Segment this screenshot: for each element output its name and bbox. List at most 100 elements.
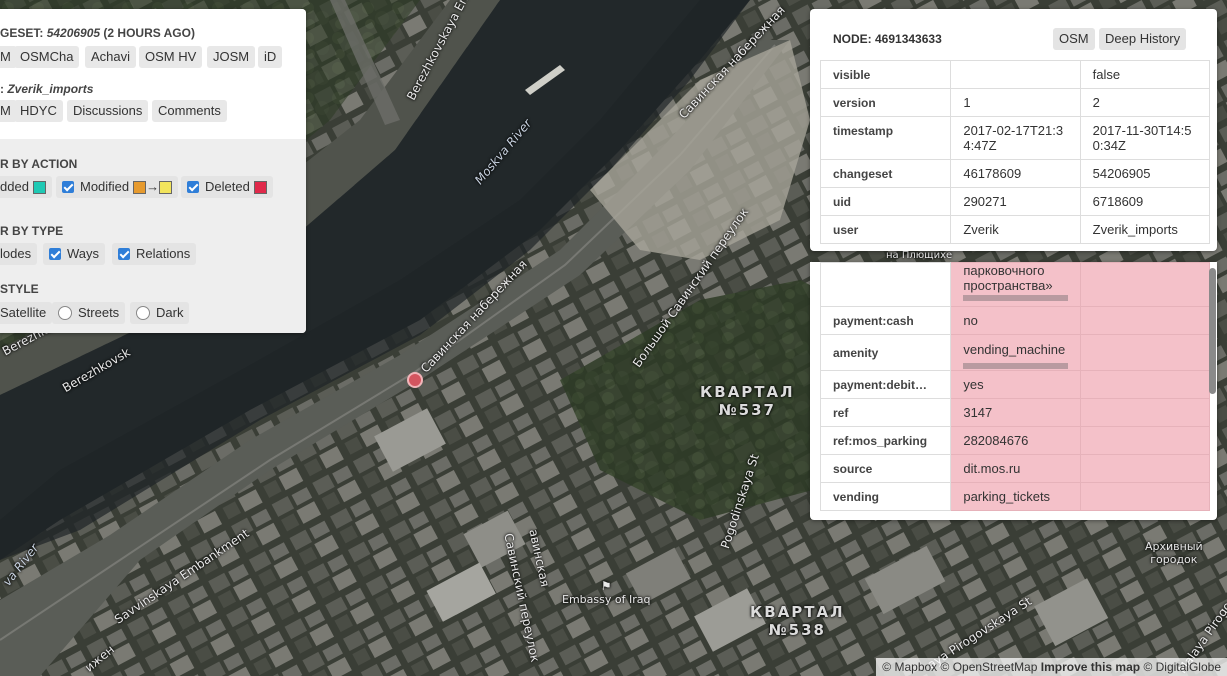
row-new: 54206905	[1079, 159, 1211, 188]
row-key: timestamp	[819, 116, 952, 160]
changeset-user-heading: : Zverik_imports	[0, 82, 94, 96]
tag-new-value	[1079, 262, 1211, 307]
tag-key: ref:mos_parking	[819, 426, 952, 455]
table-row: source dit.mos.ru	[819, 454, 1211, 483]
table-row: timestamp 2017-02-17T21:34:47Z 2017-11-3…	[819, 116, 1211, 160]
changeset-heading: GESET: 54206905 (2 HOURS AGO)	[0, 26, 195, 40]
row-key: changeset	[819, 159, 952, 188]
filter-ways[interactable]: Ways	[43, 243, 106, 265]
row-old: 290271	[950, 187, 1081, 216]
tag-new-value	[1079, 398, 1211, 427]
tag-new-value	[1079, 426, 1211, 455]
changeset-panel: GESET: 54206905 (2 HOURS AGO) M OSMCha A…	[0, 9, 306, 333]
filter-deleted[interactable]: Deleted	[181, 176, 273, 198]
tag-old-value: parking_tickets	[950, 482, 1081, 511]
filter-nodes[interactable]: lodes	[0, 243, 38, 265]
table-row: vending parking_tickets	[819, 482, 1211, 511]
link-osm-hv[interactable]: OSM HV	[139, 46, 203, 68]
modified-swatch-new	[159, 180, 173, 194]
filter-modified[interactable]: Modified →	[56, 176, 179, 198]
row-old: 1	[950, 88, 1081, 117]
dark-radio[interactable]	[136, 306, 150, 320]
tag-key: payment:debit…	[819, 370, 952, 399]
tag-old-value: no	[950, 306, 1081, 335]
tag-new-value	[1079, 454, 1211, 483]
filter-relations[interactable]: Relations	[112, 243, 197, 265]
row-old: 46178609	[950, 159, 1081, 188]
modified-checkbox[interactable]	[62, 181, 74, 193]
tags-panel[interactable]: парковочного пространства» payment:cash …	[810, 262, 1217, 520]
deleted-checkbox[interactable]	[187, 181, 199, 193]
table-row: uid 290271 6718609	[819, 187, 1211, 216]
tag-new-value	[1079, 334, 1211, 371]
link-osmcha[interactable]: OSMCha	[14, 46, 80, 68]
link-josm[interactable]: JOSM	[207, 46, 256, 68]
table-row: visible false	[819, 60, 1211, 89]
row-old: 2017-02-17T21:34:47Z	[950, 116, 1081, 160]
tag-old-value: 282084676	[950, 426, 1081, 455]
tag-key: vending	[819, 482, 952, 511]
style-streets[interactable]: Streets	[52, 302, 126, 324]
row-key: uid	[819, 187, 952, 216]
row-old: Zverik	[950, 215, 1081, 244]
row-new: false	[1079, 60, 1211, 89]
node-panel: NODE: 4691343633 OSM Deep History visibl…	[810, 9, 1217, 251]
table-row: changeset 46178609 54206905	[819, 159, 1211, 188]
table-row: version 1 2	[819, 88, 1211, 117]
mapbox-link[interactable]: © Mapbox	[882, 660, 937, 674]
filters-section: R BY ACTION dded Modified → Deleted R BY …	[0, 139, 306, 333]
table-row: ref 3147	[819, 398, 1211, 427]
row-old	[950, 60, 1081, 89]
tag-new-value	[1079, 370, 1211, 399]
row-new: Zverik_imports	[1079, 215, 1211, 244]
row-new: 2017-11-30T14:50:34Z	[1079, 116, 1211, 160]
digitalglobe-link[interactable]: © DigitalGlobe	[1143, 660, 1221, 674]
tag-key: source	[819, 454, 952, 483]
style-dark[interactable]: Dark	[130, 302, 190, 324]
table-row: amenity vending_machine	[819, 334, 1211, 371]
link-id[interactable]: iD	[258, 46, 283, 68]
table-row: ref:mos_parking 282084676	[819, 426, 1211, 455]
tag-old-value: yes	[950, 370, 1081, 399]
osm-button[interactable]: OSM	[1053, 28, 1095, 50]
tag-key: ref	[819, 398, 952, 427]
tag-old-value: dit.mos.ru	[950, 454, 1081, 483]
tag-old-value: 3147	[950, 398, 1081, 427]
row-new: 6718609	[1079, 187, 1211, 216]
filter-by-type-title: R BY TYPE	[0, 224, 64, 238]
tag-key	[819, 262, 952, 307]
tag-old-value: vending_machine	[950, 334, 1081, 371]
tags-table: парковочного пространства» payment:cash …	[819, 262, 1211, 511]
style-satellite[interactable]: Satellite	[0, 302, 53, 324]
osm-attribution-link[interactable]: © OpenStreetMap	[941, 660, 1038, 674]
user-link-discussions[interactable]: Discussions	[67, 100, 149, 122]
node-metadata-table: visible false version 1 2 timestamp 2017…	[819, 60, 1211, 244]
row-new: 2	[1079, 88, 1211, 117]
tag-old-value: парковочного пространства»	[950, 262, 1081, 307]
row-key: visible	[819, 60, 952, 89]
table-row: payment:cash no	[819, 306, 1211, 335]
style-title: STYLE	[0, 282, 39, 296]
user-link-hdyc[interactable]: HDYC	[14, 100, 63, 122]
node-marker[interactable]	[407, 372, 423, 388]
changeset-user: Zverik_imports	[7, 82, 94, 96]
tag-key: payment:cash	[819, 306, 952, 335]
modified-swatch-old	[133, 180, 147, 194]
user-link-comments[interactable]: Comments	[152, 100, 227, 122]
arrow-icon: →	[146, 179, 160, 194]
deleted-swatch	[253, 180, 267, 194]
ways-checkbox[interactable]	[49, 248, 61, 260]
streets-radio[interactable]	[58, 306, 72, 320]
filter-by-action-title: R BY ACTION	[0, 157, 78, 171]
row-key: version	[819, 88, 952, 117]
node-title: NODE: 4691343633	[833, 32, 942, 46]
improve-map-link[interactable]: Improve this map	[1041, 660, 1140, 674]
tag-new-value	[1079, 306, 1211, 335]
added-swatch	[32, 180, 46, 194]
changeset-info: GESET: 54206905 (2 HOURS AGO) M OSMCha A…	[0, 9, 306, 139]
link-achavi[interactable]: Achavi	[85, 46, 137, 68]
deep-history-button[interactable]: Deep History	[1099, 28, 1187, 50]
relations-checkbox[interactable]	[118, 248, 130, 260]
filter-added[interactable]: dded	[0, 176, 52, 198]
tags-scrollbar[interactable]	[1209, 268, 1216, 394]
